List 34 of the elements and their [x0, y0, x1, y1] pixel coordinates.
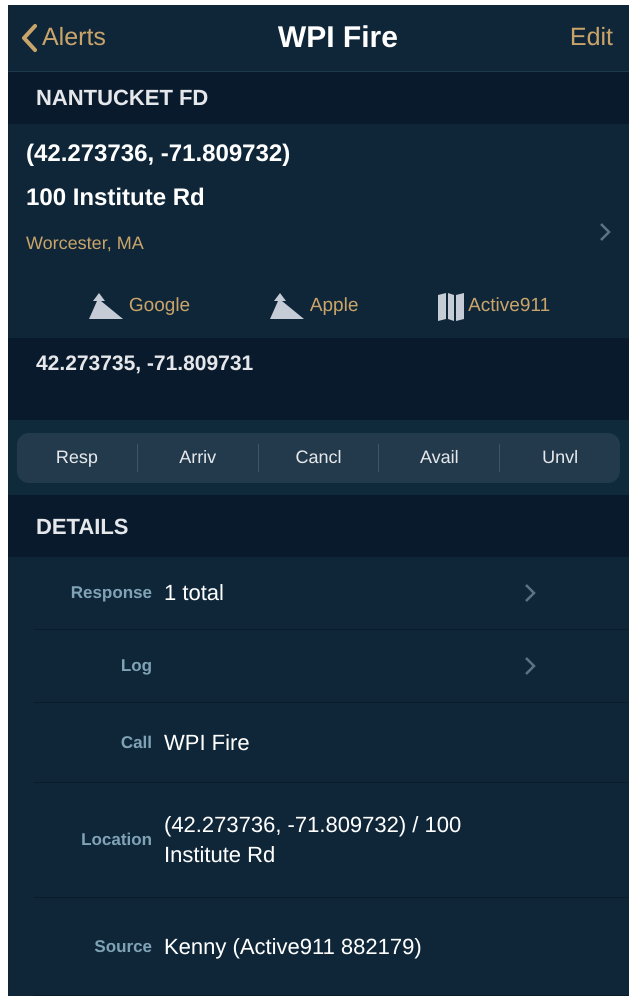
field-label: Location — [80, 829, 152, 852]
section-header: DETAILS — [36, 512, 128, 541]
status-button[interactable]: Cancl — [258, 444, 378, 472]
city-text: Worcester, MA — [26, 232, 144, 255]
map-link[interactable]: Apple — [268, 290, 358, 321]
gps-text: 42.273735, -71.809731 — [36, 352, 254, 376]
street-text: 100 Institute Rd — [26, 182, 206, 213]
address-cell[interactable]: (42.273736, -71.809732) 100 Institute Rd Worcester, MA — [8, 124, 629, 274]
status-button[interactable]: Arriv — [138, 444, 258, 472]
chevron-icon — [599, 222, 611, 242]
section-header: NANTUCKET FD — [36, 84, 208, 112]
screen-title: WPI Fire — [278, 20, 398, 56]
field-label: Source — [93, 936, 152, 958]
field-value: (42.273736, -71.809732) / 100 Institute Rd — [164, 811, 462, 869]
edit-button[interactable]: Edit — [570, 19, 617, 57]
field-label: Response — [70, 582, 152, 604]
field-label: Call — [120, 732, 152, 754]
back-chevron-icon — [20, 22, 38, 53]
status-button[interactable]: Unvl — [500, 444, 620, 472]
back-button[interactable]: Alerts — [20, 19, 106, 57]
field-value: WPI Fire — [164, 728, 251, 756]
map-link[interactable]: Active911 — [436, 290, 550, 321]
detail-row[interactable]: Response 1 total — [34, 557, 629, 630]
map-link[interactable]: Google — [86, 290, 190, 321]
map-icon — [436, 290, 466, 321]
field-value: Kenny (Active911 882179) — [164, 932, 423, 961]
status-button[interactable]: Resp — [17, 444, 137, 472]
coordinates-text: (42.273736, -71.809732) — [26, 138, 292, 169]
chevron-icon — [524, 583, 536, 603]
chevron-icon — [524, 656, 536, 676]
field-label: Log — [120, 655, 152, 678]
detail-row[interactable]: Log — [34, 630, 629, 703]
field-value: 1 total — [164, 579, 225, 607]
status-button[interactable]: Avail — [379, 444, 500, 472]
